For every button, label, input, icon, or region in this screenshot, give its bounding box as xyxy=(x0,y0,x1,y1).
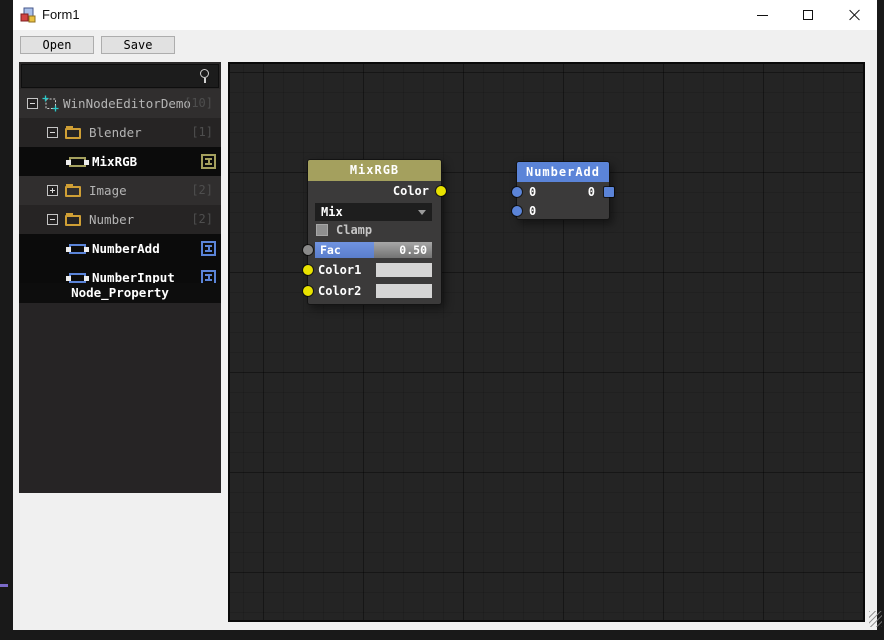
app-window: Form1 Open Save WinNodeEditorDemo [10] B… xyxy=(13,0,877,630)
count-badge: [10] xyxy=(184,96,213,110)
search-icon xyxy=(200,69,209,83)
tree-item-number[interactable]: Number [2] xyxy=(19,205,221,234)
desktop-artifact xyxy=(0,584,8,587)
node-form-icon[interactable] xyxy=(201,154,216,169)
clamp-checkbox[interactable] xyxy=(316,224,328,236)
node-numberadd-header[interactable]: NumberAdd xyxy=(517,162,609,182)
maximize-icon xyxy=(803,10,813,20)
collapse-toggle-icon[interactable] xyxy=(47,214,58,225)
close-icon xyxy=(848,9,860,21)
window-title: Form1 xyxy=(42,7,80,22)
input-socket-number1[interactable] xyxy=(512,187,522,197)
folder-icon xyxy=(65,184,81,197)
count-badge: [2] xyxy=(191,212,213,226)
chevron-down-icon xyxy=(418,210,426,215)
window-titlebar[interactable]: Form1 xyxy=(13,0,877,30)
count-badge: [2] xyxy=(191,183,213,197)
collapse-toggle-icon[interactable] xyxy=(27,98,38,109)
input-socket-color2[interactable] xyxy=(303,286,313,296)
node-mixrgb-header[interactable]: MixRGB xyxy=(308,160,441,181)
numberadd-row2: 0 xyxy=(517,201,609,221)
node-icon xyxy=(66,157,89,167)
fac-value: 0.50 xyxy=(399,243,427,257)
output-value: 0 xyxy=(587,185,595,199)
numberadd-row1: 0 0 xyxy=(517,182,609,202)
node-icon xyxy=(66,244,89,254)
node-numberadd[interactable]: NumberAdd 0 0 0 xyxy=(512,161,614,221)
folder-icon xyxy=(65,126,81,139)
search-input[interactable] xyxy=(26,67,192,85)
count-badge: [1] xyxy=(191,125,213,139)
output-color-label: Color xyxy=(392,184,429,198)
color1-row: Color1 xyxy=(318,262,432,279)
input-socket-color1[interactable] xyxy=(303,265,313,275)
color1-label: Color1 xyxy=(318,263,362,277)
desktop-background: Form1 Open Save WinNodeEditorDemo [10] B… xyxy=(0,0,884,640)
output-socket-color[interactable] xyxy=(436,186,446,196)
tree-item-label: NumberAdd xyxy=(92,241,160,256)
color2-row: Color2 xyxy=(318,283,432,300)
expand-toggle-icon[interactable] xyxy=(47,185,58,196)
output-socket-number[interactable] xyxy=(604,187,614,197)
fac-slider[interactable]: Fac 0.50 xyxy=(315,242,432,258)
resize-grip-icon xyxy=(869,611,882,627)
tree-item-label: Image xyxy=(89,183,127,198)
tree-item-label: Blender xyxy=(89,125,142,140)
node-property-panel: Node_Property xyxy=(19,283,221,493)
tree-item-label: MixRGB xyxy=(92,154,138,169)
maximize-button[interactable] xyxy=(785,0,831,30)
input1-value: 0 xyxy=(529,185,537,199)
node-mixrgb[interactable]: MixRGB Color Mix Clamp Fac 0.50 Color1 C… xyxy=(303,159,446,305)
minimize-button[interactable] xyxy=(739,0,785,30)
input-socket-number2[interactable] xyxy=(512,206,522,216)
color1-swatch[interactable] xyxy=(376,263,432,277)
color2-label: Color2 xyxy=(318,284,362,298)
open-button[interactable]: Open xyxy=(20,36,94,54)
window-controls xyxy=(739,0,877,30)
tree-item-winnodeeditordemo[interactable]: WinNodeEditorDemo [10] xyxy=(19,89,221,118)
node-form-icon[interactable] xyxy=(201,241,216,256)
node-icon xyxy=(66,273,89,283)
fac-label: Fac xyxy=(320,243,341,257)
node-tree-panel: WinNodeEditorDemo [10] Blender [1] MixRG… xyxy=(19,62,221,283)
blend-mode-dropdown[interactable]: Mix xyxy=(315,203,432,221)
app-icon xyxy=(20,7,36,23)
tree-item-label: WinNodeEditorDemo xyxy=(63,96,191,111)
toolbar: Open Save xyxy=(13,30,877,62)
node-editor-canvas[interactable]: MixRGB Color Mix Clamp Fac 0.50 Color1 C… xyxy=(228,62,865,622)
close-button[interactable] xyxy=(831,0,877,30)
tree-item-image[interactable]: Image [2] xyxy=(19,176,221,205)
tree-item-label: Number xyxy=(89,212,135,227)
node-form-icon[interactable] xyxy=(201,270,216,283)
save-button[interactable]: Save xyxy=(101,36,175,54)
folder-icon xyxy=(65,213,81,226)
blend-mode-value: Mix xyxy=(321,205,343,219)
tree-item-blender[interactable]: Blender [1] xyxy=(19,118,221,147)
property-panel-header: Node_Property xyxy=(19,283,221,303)
input-socket-fac[interactable] xyxy=(303,245,313,255)
tree-item-numberadd[interactable]: NumberAdd xyxy=(19,234,221,263)
tree-list: WinNodeEditorDemo [10] Blender [1] MixRG… xyxy=(19,89,221,283)
collapse-toggle-icon[interactable] xyxy=(47,127,58,138)
tree-item-numberinput[interactable]: NumberInput xyxy=(19,263,221,283)
input2-value: 0 xyxy=(529,204,537,218)
color2-swatch[interactable] xyxy=(376,284,432,298)
tree-item-mixrgb[interactable]: MixRGB xyxy=(19,147,221,176)
project-root-icon xyxy=(42,95,59,112)
search-box[interactable] xyxy=(21,64,219,88)
clamp-label: Clamp xyxy=(336,223,373,237)
minimize-icon xyxy=(757,15,768,16)
tree-item-label: NumberInput xyxy=(92,270,175,283)
